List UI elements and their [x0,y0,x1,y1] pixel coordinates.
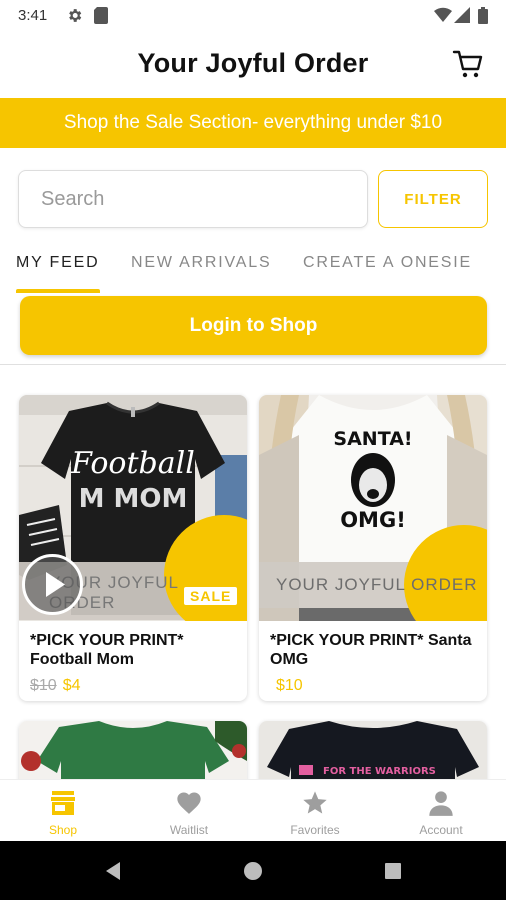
nav-label: Shop [48,823,78,837]
product-price: $10 $4 [30,677,81,695]
home-icon[interactable] [243,861,263,881]
shirt-graphic-text: Football [70,446,195,481]
sale-price: $10 [276,677,303,694]
play-icon [46,572,65,597]
page-title: Your Joyful Order [137,48,369,78]
back-icon[interactable] [103,861,123,881]
feed-tabs: MY FEED NEW ARRIVALS CREATE A ONESIE [0,246,506,286]
watermark-text: YOUR JOYFUL ORDER [276,575,478,594]
shirt-graphic-text: FOR THE WARRIORS [323,766,436,777]
tab-my-feed[interactable]: MY FEED [16,254,99,272]
nav-label: Favorites [290,823,340,837]
active-tab-indicator [16,289,100,293]
tab-create-a-onesie[interactable]: CREATE A ONESIE [303,254,472,272]
search-input[interactable] [18,170,368,228]
product-name: *PICK YOUR PRINT* Football Mom [30,632,184,668]
cart-icon [452,50,483,78]
cart-button[interactable] [452,48,484,80]
play-video-button[interactable] [22,554,83,615]
divider [0,364,506,365]
product-image: SANTA! OMG! YOUR JOYFUL ORDER [259,395,487,621]
star-icon [303,791,327,814]
tab-new-arrivals[interactable]: NEW ARRIVALS [131,254,271,272]
recents-icon[interactable] [383,861,403,881]
sale-banner[interactable]: Shop the Sale Section- everything under … [0,98,506,148]
battery-icon [478,7,488,29]
sale-badge: SALE [184,587,238,605]
nav-favorites[interactable]: Favorites [252,780,378,842]
signal-icon [454,7,470,28]
product-card[interactable]: Football M MOM YOUR JOYFUL ORDER SALE *P… [19,395,247,701]
login-to-shop-button[interactable]: Login to Shop [20,296,487,355]
heart-icon [177,792,201,814]
shirt-graphic-text: OMG! [340,508,406,532]
system-navigation-bar [0,841,506,900]
bottom-navigation: Shop Waitlist Favorites Account [0,779,506,841]
product-image: Football M MOM YOUR JOYFUL ORDER SALE [19,395,247,621]
original-price: $10 [30,677,57,694]
filter-button[interactable]: FILTER [378,170,488,228]
wifi-icon [434,7,452,28]
nav-waitlist[interactable]: Waitlist [126,780,252,842]
nav-account[interactable]: Account [378,780,504,842]
status-time: 3:41 [18,7,48,24]
store-icon [51,791,75,815]
sale-price: $4 [62,677,81,694]
shirt-graphic-text: M MOM [79,484,188,514]
person-icon [429,791,453,816]
settings-icon [66,7,83,29]
product-card[interactable]: SANTA! OMG! YOUR JOYFUL ORDER *PICK YOUR… [259,395,487,701]
sd-card-icon [94,7,108,29]
nav-label: Waitlist [169,823,209,837]
product-price: $10 [270,677,303,695]
shirt-graphic-text: SANTA! [333,428,412,450]
nav-shop[interactable]: Shop [0,780,126,842]
status-bar: 3:41 [0,0,506,32]
nav-label: Account [419,823,463,837]
product-name: *PICK YOUR PRINT* Santa OMG [270,632,472,668]
app-header: Your Joyful Order [0,32,506,98]
